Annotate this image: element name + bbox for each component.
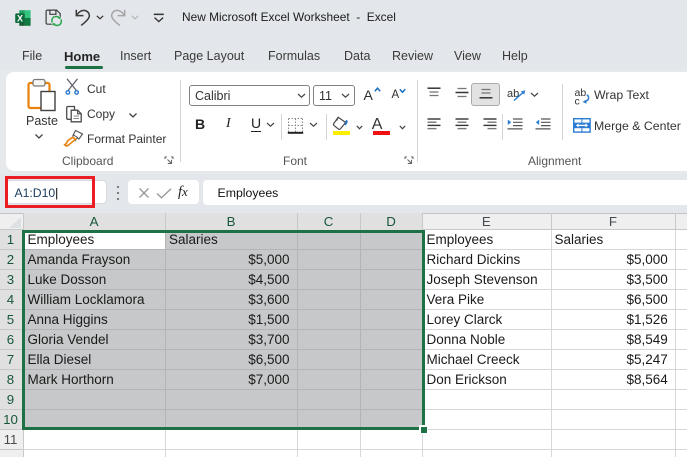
svg-text:X: X	[17, 13, 23, 23]
svg-text:c: c	[575, 95, 580, 106]
